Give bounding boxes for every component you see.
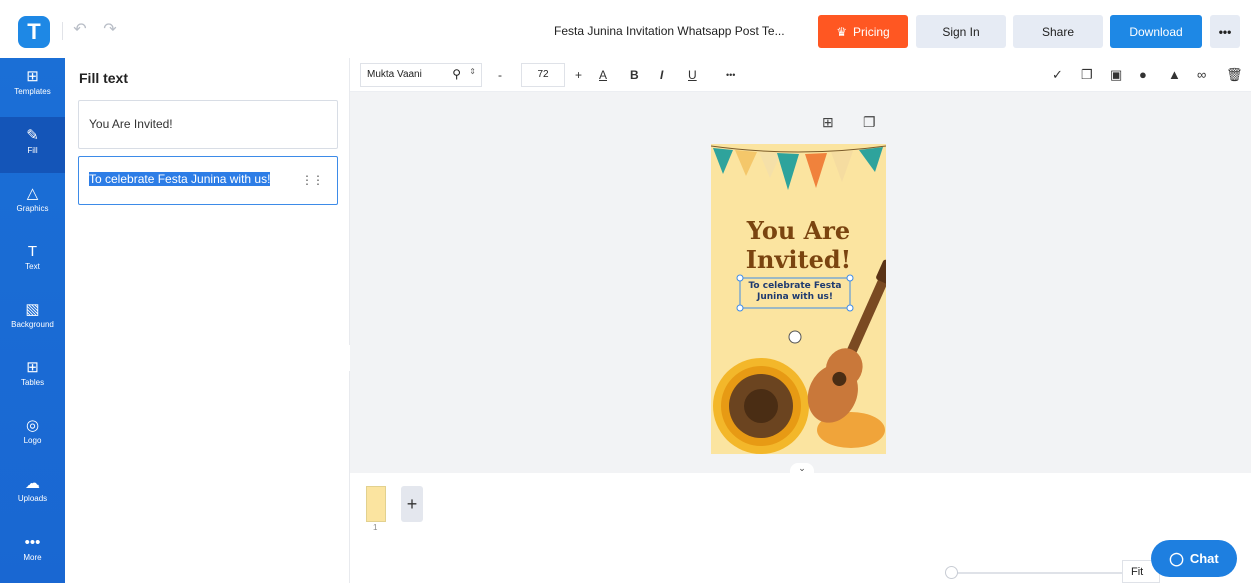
chevron-updown-icon[interactable]: ⇕	[469, 67, 476, 76]
upload-cloud-icon: ☁	[25, 475, 40, 492]
sidebar-item-label: Uploads	[17, 494, 48, 503]
subtext-line: Junina with us!	[757, 292, 833, 302]
format-toolbar: Mukta Vaani ⚲ ⇕ - 72 + A B I U ••• ✓ ❐ ▣…	[350, 58, 1251, 92]
more-options-button[interactable]: •••	[1210, 15, 1240, 48]
divider	[62, 22, 63, 40]
left-sidebar: ⊞ Templates ✎ Fill △ Graphics T Text ▧ B…	[0, 58, 65, 583]
sidebar-item-label: Templates	[14, 87, 51, 96]
underline-button[interactable]: U	[688, 68, 697, 82]
opacity-icon[interactable]: ●	[1139, 67, 1147, 82]
font-family-select[interactable]: Mukta Vaani ⚲ ⇕	[360, 63, 482, 87]
italic-button[interactable]: I	[660, 68, 663, 82]
bunting-flag	[831, 151, 853, 182]
text-field-subtext[interactable]: To celebrate Festa Junina with us! ⋮⋮	[78, 156, 338, 205]
text-field-value: You Are Invited!	[89, 117, 173, 131]
layer-icon[interactable]: ▣	[1110, 67, 1122, 83]
zoom-slider-track[interactable]	[952, 572, 1122, 574]
sidebar-item-label: Background	[11, 320, 54, 329]
more-format-button[interactable]: •••	[726, 70, 735, 80]
add-page-icon[interactable]: ⊞	[822, 114, 834, 131]
chat-label: Chat	[1189, 551, 1219, 566]
more-icon: •••	[24, 534, 41, 551]
shapes-icon: △	[26, 185, 39, 202]
delete-icon[interactable]: 🗑	[1226, 67, 1243, 83]
text-color-button[interactable]: A	[599, 68, 607, 82]
share-button[interactable]: Share	[1013, 15, 1103, 48]
position-icon[interactable]: ▲	[1168, 67, 1181, 82]
format-painter-icon[interactable]: ✓	[1052, 67, 1063, 83]
chat-bubble-icon: ◯	[1169, 550, 1184, 566]
panel-title: Fill text	[79, 70, 129, 86]
poster-subtext[interactable]: To celebrate Festa Junina with us!	[740, 281, 850, 303]
sidebar-item-more[interactable]: ••• More	[0, 524, 65, 580]
add-page-button[interactable]: +	[401, 486, 423, 522]
sidebar-item-label: Graphics	[16, 204, 49, 213]
text-field-headline[interactable]: You Are Invited!	[78, 100, 338, 149]
pricing-button[interactable]: ♛ Pricing	[818, 15, 908, 48]
sidebar-item-text[interactable]: T Text	[0, 233, 65, 289]
sign-in-button[interactable]: Sign In	[916, 15, 1006, 48]
headline-line: You Are	[746, 216, 851, 245]
search-icon[interactable]: ⚲	[452, 67, 461, 81]
logo-icon: ◎	[25, 417, 40, 434]
sidebar-item-label: Fill	[27, 146, 38, 155]
pencil-icon: ✎	[26, 127, 39, 144]
design-artboard[interactable]: You Are Invited! To celebrate Festa Juni…	[711, 144, 886, 454]
bunting-flag	[859, 147, 883, 172]
drag-handle-icon[interactable]: ⋮⋮	[301, 173, 324, 187]
redo-icon[interactable]: ↷	[100, 20, 120, 40]
bold-button[interactable]: B	[630, 68, 639, 82]
font-size-input[interactable]: 72	[521, 63, 565, 87]
decrease-size-button[interactable]: -	[498, 68, 502, 82]
templates-icon: ⊞	[26, 68, 39, 85]
pricing-label: Pricing	[853, 24, 890, 39]
download-button[interactable]: Download	[1110, 15, 1202, 48]
poster-headline[interactable]: You Are Invited!	[711, 216, 886, 274]
font-name: Mukta Vaani	[367, 69, 422, 80]
sidebar-item-uploads[interactable]: ☁ Uploads	[0, 465, 65, 521]
zoom-slider-handle[interactable]	[945, 566, 958, 579]
subtext-line: To celebrate Festa	[748, 281, 842, 291]
increase-size-button[interactable]: +	[575, 68, 582, 82]
bunting-flag	[759, 152, 781, 178]
background-icon: ▧	[25, 301, 40, 318]
guitar-illustration	[807, 259, 886, 423]
crown-icon: ♛	[836, 24, 848, 39]
document-title[interactable]: Festa Junina Invitation Whatsapp Post Te…	[554, 24, 785, 38]
sidebar-item-background[interactable]: ▧ Background	[0, 291, 65, 347]
table-icon: ⊞	[26, 359, 39, 376]
bunting-flag	[805, 153, 827, 188]
rotate-handle-icon	[788, 330, 802, 344]
app-logo[interactable]: T	[18, 16, 50, 48]
sidebar-item-graphics[interactable]: △ Graphics	[0, 175, 65, 231]
copy-icon[interactable]: ❐	[1081, 67, 1093, 83]
sidebar-item-fill[interactable]: ✎ Fill	[0, 117, 65, 173]
page-number: 1	[373, 523, 378, 532]
sidebar-item-label: Logo	[23, 436, 42, 445]
bunting-flag	[735, 150, 757, 176]
sunflower-illustration	[713, 358, 809, 454]
headline-line: Invited!	[745, 245, 852, 274]
sidebar-item-logo[interactable]: ◎ Logo	[0, 407, 65, 463]
fill-text-panel: Fill text You Are Invited! To celebrate …	[65, 58, 350, 583]
pages-strip	[350, 473, 1251, 583]
link-icon[interactable]: ∞	[1197, 67, 1206, 82]
sidebar-item-label: Text	[25, 262, 40, 271]
text-field-value: To celebrate Festa Junina with us!	[89, 172, 271, 186]
bunting-flag	[777, 153, 799, 190]
sidebar-item-label: Tables	[20, 378, 45, 387]
chat-button[interactable]: ◯ Chat	[1151, 540, 1237, 577]
page-thumbnail[interactable]	[366, 486, 386, 522]
top-bar: T ↶ ↷ Festa Junina Invitation Whatsapp P…	[0, 0, 1251, 60]
sidebar-item-templates[interactable]: ⊞ Templates	[0, 58, 65, 114]
duplicate-page-icon[interactable]: ❐	[863, 114, 876, 131]
undo-icon[interactable]: ↶	[70, 20, 90, 40]
sidebar-item-label: More	[23, 553, 42, 562]
text-icon: T	[27, 243, 38, 260]
sidebar-item-tables[interactable]: ⊞ Tables	[0, 349, 65, 405]
bunting-flag	[713, 148, 733, 174]
